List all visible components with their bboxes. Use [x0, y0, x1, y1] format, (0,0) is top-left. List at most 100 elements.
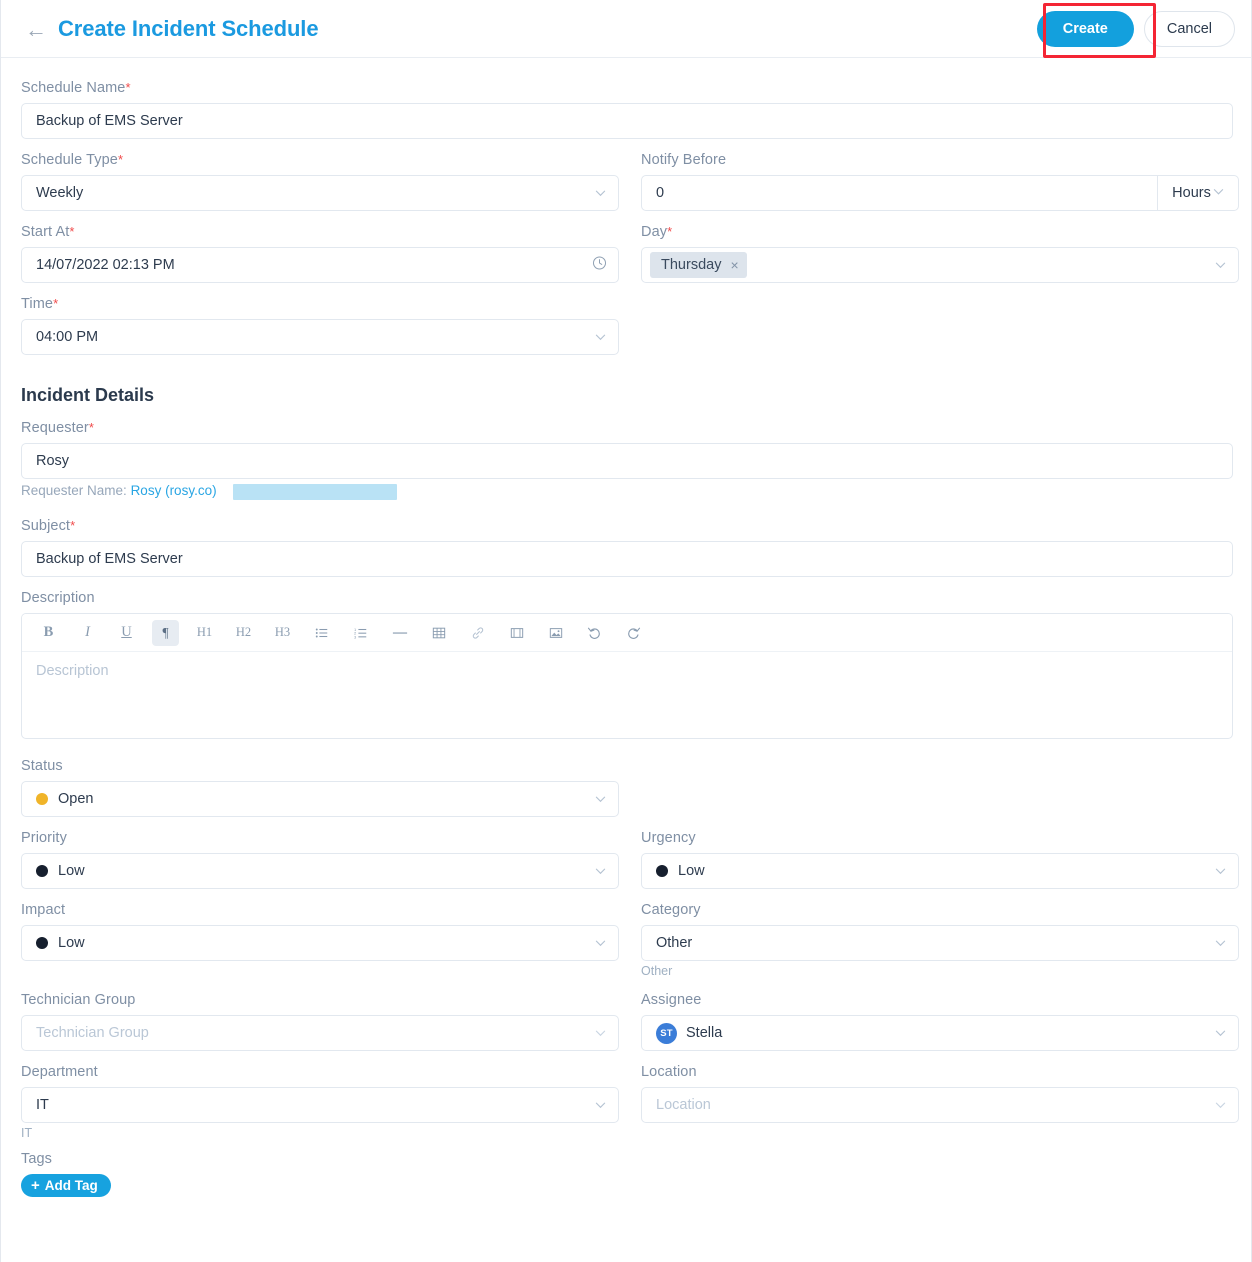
priority-dot-icon: [36, 865, 48, 877]
day-chip-label: Thursday: [661, 257, 722, 273]
chevron-down-icon: [1215, 1028, 1226, 1039]
impact-select[interactable]: Low: [21, 925, 619, 961]
add-tag-button[interactable]: + Add Tag: [21, 1174, 111, 1197]
horizontal-rule-icon[interactable]: [386, 620, 413, 646]
technician-group-label: Technician Group: [21, 992, 136, 1008]
assignee-select[interactable]: ST Stella: [641, 1015, 1239, 1051]
editor-toolbar: B I U ¶ H1 H2 H3 123: [22, 614, 1232, 652]
time-value: 04:00 PM: [36, 329, 99, 345]
create-button[interactable]: Create: [1036, 11, 1134, 47]
requester-name-note: Requester Name: Rosy (rosy.co): [21, 483, 397, 500]
category-label: Category: [641, 902, 701, 918]
page-title: Create Incident Schedule: [58, 15, 319, 41]
plus-icon: +: [31, 1177, 40, 1194]
field-location: Location Location: [641, 1064, 1239, 1123]
field-day: Day* Thursday ×: [641, 224, 1239, 283]
department-value: IT: [36, 1097, 49, 1113]
start-at-label: Start At*: [21, 224, 75, 240]
day-multiselect[interactable]: Thursday ×: [641, 247, 1239, 283]
subject-input[interactable]: Backup of EMS Server: [21, 541, 1233, 577]
link-icon[interactable]: [464, 620, 491, 646]
notify-before-unit-value: Hours: [1172, 185, 1211, 201]
status-dot-icon: [36, 793, 48, 805]
chevron-down-icon: [595, 188, 606, 199]
required-marker: *: [53, 296, 59, 311]
field-time: Time* 04:00 PM: [21, 296, 619, 355]
chevron-down-icon: [595, 866, 606, 877]
undo-icon[interactable]: [581, 620, 608, 646]
priority-select[interactable]: Low: [21, 853, 619, 889]
underline-icon[interactable]: U: [113, 620, 140, 646]
table-icon[interactable]: [425, 620, 452, 646]
field-schedule-name: Schedule Name* Backup of EMS Server: [21, 80, 1233, 139]
schedule-type-value: Weekly: [36, 185, 84, 201]
paragraph-icon[interactable]: ¶: [152, 619, 179, 646]
redo-icon[interactable]: [620, 620, 647, 646]
impact-value: Low: [58, 935, 85, 951]
image-icon[interactable]: [542, 620, 569, 646]
status-value: Open: [58, 791, 94, 807]
day-label: Day*: [641, 224, 673, 240]
time-select[interactable]: 04:00 PM: [21, 319, 619, 355]
bullet-list-icon[interactable]: [308, 620, 335, 646]
field-schedule-type: Schedule Type* Weekly: [21, 152, 619, 211]
clock-icon[interactable]: [592, 256, 607, 275]
technician-group-placeholder: Technician Group: [36, 1025, 149, 1041]
status-select[interactable]: Open: [21, 781, 619, 817]
schedule-name-label: Schedule Name*: [21, 80, 131, 96]
heading-1-icon[interactable]: H1: [191, 620, 218, 646]
create-incident-schedule-page: ← Create Incident Schedule Create Cancel…: [0, 0, 1252, 1262]
chevron-down-icon: [1215, 866, 1226, 877]
heading-3-icon[interactable]: H3: [269, 620, 296, 646]
incident-details-heading: Incident Details: [21, 385, 155, 405]
close-icon[interactable]: ×: [730, 258, 738, 272]
category-value: Other: [656, 935, 693, 951]
required-marker: *: [69, 224, 75, 239]
required-marker: *: [88, 420, 94, 435]
italic-icon[interactable]: I: [74, 620, 101, 646]
urgency-value: Low: [678, 863, 705, 879]
notify-before-unit-select[interactable]: Hours: [1158, 175, 1239, 211]
start-at-input[interactable]: 14/07/2022 02:13 PM: [21, 247, 619, 283]
arrow-left-icon[interactable]: ←: [25, 18, 47, 41]
schedule-type-label: Schedule Type*: [21, 152, 124, 168]
chevron-down-icon: [1215, 260, 1226, 271]
chevron-down-icon: [595, 1028, 606, 1039]
description-textarea[interactable]: Description: [22, 652, 1232, 738]
location-select[interactable]: Location: [641, 1087, 1239, 1123]
assignee-label: Assignee: [641, 992, 702, 1008]
header-actions: Create Cancel: [1036, 11, 1235, 47]
field-requester: Requester* Rosy Requester Name: Rosy (ro…: [21, 420, 1233, 500]
schedule-name-input[interactable]: Backup of EMS Server: [21, 103, 1233, 139]
time-label: Time*: [21, 296, 59, 312]
department-select[interactable]: IT: [21, 1087, 619, 1123]
required-marker: *: [117, 152, 124, 167]
description-editor: B I U ¶ H1 H2 H3 123 Description: [21, 613, 1233, 739]
video-icon[interactable]: [503, 620, 530, 646]
field-notify-before: Notify Before 0 Hours: [641, 152, 1239, 211]
chevron-down-icon: [1215, 938, 1226, 949]
numbered-list-icon[interactable]: 123: [347, 620, 374, 646]
field-assignee: Assignee ST Stella: [641, 992, 1239, 1051]
location-label: Location: [641, 1064, 697, 1080]
field-category: Category Other Other: [641, 902, 1239, 978]
start-at-value: 14/07/2022 02:13 PM: [36, 257, 175, 273]
urgency-select[interactable]: Low: [641, 853, 1239, 889]
impact-label: Impact: [21, 902, 66, 918]
field-status: Status Open: [21, 758, 619, 817]
requester-note-link[interactable]: Rosy (rosy.co: [131, 483, 213, 498]
notify-before-input[interactable]: 0: [641, 175, 1158, 211]
status-label: Status: [21, 758, 63, 774]
tags-label: Tags: [21, 1151, 53, 1167]
notify-before-label: Notify Before: [641, 152, 727, 168]
cancel-button[interactable]: Cancel: [1143, 11, 1235, 47]
requester-input[interactable]: Rosy: [21, 443, 1233, 479]
schedule-type-select[interactable]: Weekly: [21, 175, 619, 211]
technician-group-select[interactable]: Technician Group: [21, 1015, 619, 1051]
heading-2-icon[interactable]: H2: [230, 620, 257, 646]
requester-note-suffix: ): [212, 483, 217, 498]
location-placeholder: Location: [656, 1097, 711, 1113]
add-tag-label: Add Tag: [44, 1178, 98, 1193]
category-select[interactable]: Other: [641, 925, 1239, 961]
bold-icon[interactable]: B: [35, 620, 62, 646]
